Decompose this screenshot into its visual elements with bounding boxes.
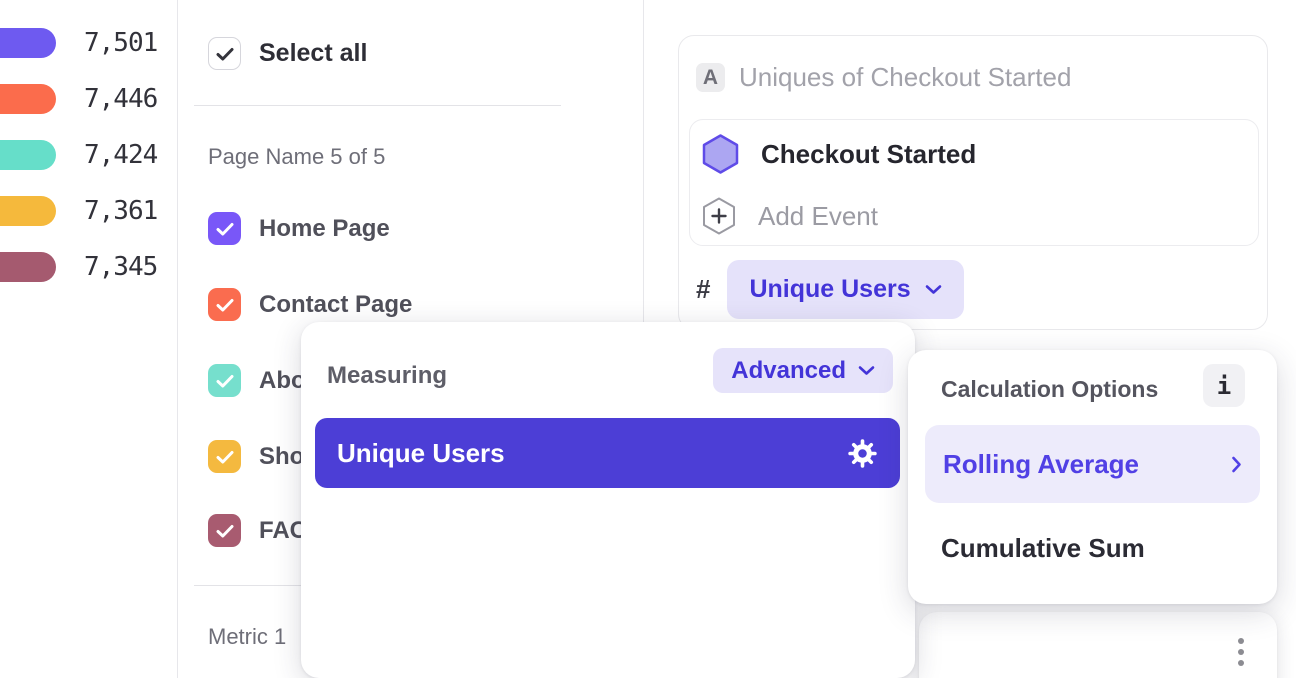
checkmark-icon [216,524,234,538]
legend-swatch [0,252,56,282]
filter-label: Abo [259,367,306,395]
select-all-label: Select all [259,39,367,68]
filter-row[interactable]: FAC [208,514,307,547]
gear-icon[interactable] [847,438,878,469]
filter-label: Sho [259,443,304,471]
checkmark-icon [216,374,234,388]
option-label: Cumulative Sum [941,533,1145,564]
advanced-mode-dropdown[interactable]: Advanced [713,348,893,393]
event-row[interactable]: Checkout Started [702,134,976,174]
panel-divider [177,0,178,678]
filter-row[interactable]: Abo [208,364,306,397]
filter-label: Home Page [259,215,390,243]
add-event-row[interactable]: Add Event [702,197,878,235]
event-hexagon-icon [702,134,739,174]
metric-card [919,612,1277,678]
measure-row: # Unique Users [696,260,964,319]
legend-swatch [0,196,56,226]
query-builder-card: A Uniques of Checkout Started Checkout S… [678,35,1268,330]
checked-checkbox[interactable] [208,212,241,245]
measure-dropdown[interactable]: Unique Users [727,260,963,319]
filter-row[interactable]: Sho [208,440,304,473]
chevron-right-icon [1231,456,1242,473]
select-all-checkbox[interactable] [208,37,241,70]
analytics-screen: 7,501 7,446 7,424 7,361 7,345 S [0,0,1296,678]
filter-label: FAC [259,517,307,545]
legend-item[interactable]: 7,345 [0,252,157,282]
checked-checkbox[interactable] [208,288,241,321]
chevron-down-icon [925,284,942,295]
event-card: Checkout Started Add Event [689,119,1259,246]
option-label: Unique Users [337,438,505,469]
filter-row[interactable]: Contact Page [208,288,412,321]
measuring-title: Measuring [327,362,447,390]
legend-value: 7,446 [84,84,157,114]
checked-checkbox[interactable] [208,514,241,547]
legend-swatch [0,140,56,170]
metric-footer-label: Metric 1 [208,624,286,650]
legend-value: 7,361 [84,196,157,226]
checkmark-icon [216,47,234,61]
legend-value: 7,345 [84,252,157,282]
filter-row[interactable]: Home Page [208,212,390,245]
divider [194,105,561,106]
checked-checkbox[interactable] [208,364,241,397]
legend-value: 7,501 [84,28,157,58]
kebab-menu-icon[interactable] [1238,638,1244,666]
legend-value: 7,424 [84,140,157,170]
menu-option-unique-users[interactable]: Unique Users [315,418,900,488]
option-rolling-average[interactable]: Rolling Average [925,425,1260,503]
measure-value: Unique Users [749,275,910,304]
calculation-options-popover: Calculation Options i Rolling Average Cu… [908,350,1277,604]
option-label: Rolling Average [943,449,1139,480]
option-cumulative-sum[interactable]: Cumulative Sum [941,532,1145,564]
legend-item[interactable]: 7,361 [0,196,157,226]
legend-swatch [0,84,56,114]
number-prefix: # [696,274,710,305]
legend-swatch [0,28,56,58]
checked-checkbox[interactable] [208,440,241,473]
calculation-options-title: Calculation Options [941,376,1158,403]
series-name-input[interactable]: Uniques of Checkout Started [739,63,1071,92]
info-icon[interactable]: i [1203,364,1245,407]
filter-label: Contact Page [259,291,412,319]
series-badge: A [696,63,725,92]
group-label: Page Name 5 of 5 [208,144,385,170]
select-all-row[interactable]: Select all [208,37,367,70]
chevron-down-icon [858,365,875,376]
event-name: Checkout Started [761,139,976,170]
legend-item[interactable]: 7,424 [0,140,157,170]
advanced-label: Advanced [731,357,846,385]
add-event-icon [702,197,736,235]
legend-item[interactable]: 7,446 [0,84,157,114]
add-event-label: Add Event [758,201,878,232]
measuring-dropdown-menu: Measuring Advanced Unique Users [301,322,915,678]
legend-item[interactable]: 7,501 [0,28,157,58]
checkmark-icon [216,450,234,464]
checkmark-icon [216,298,234,312]
checkmark-icon [216,222,234,236]
